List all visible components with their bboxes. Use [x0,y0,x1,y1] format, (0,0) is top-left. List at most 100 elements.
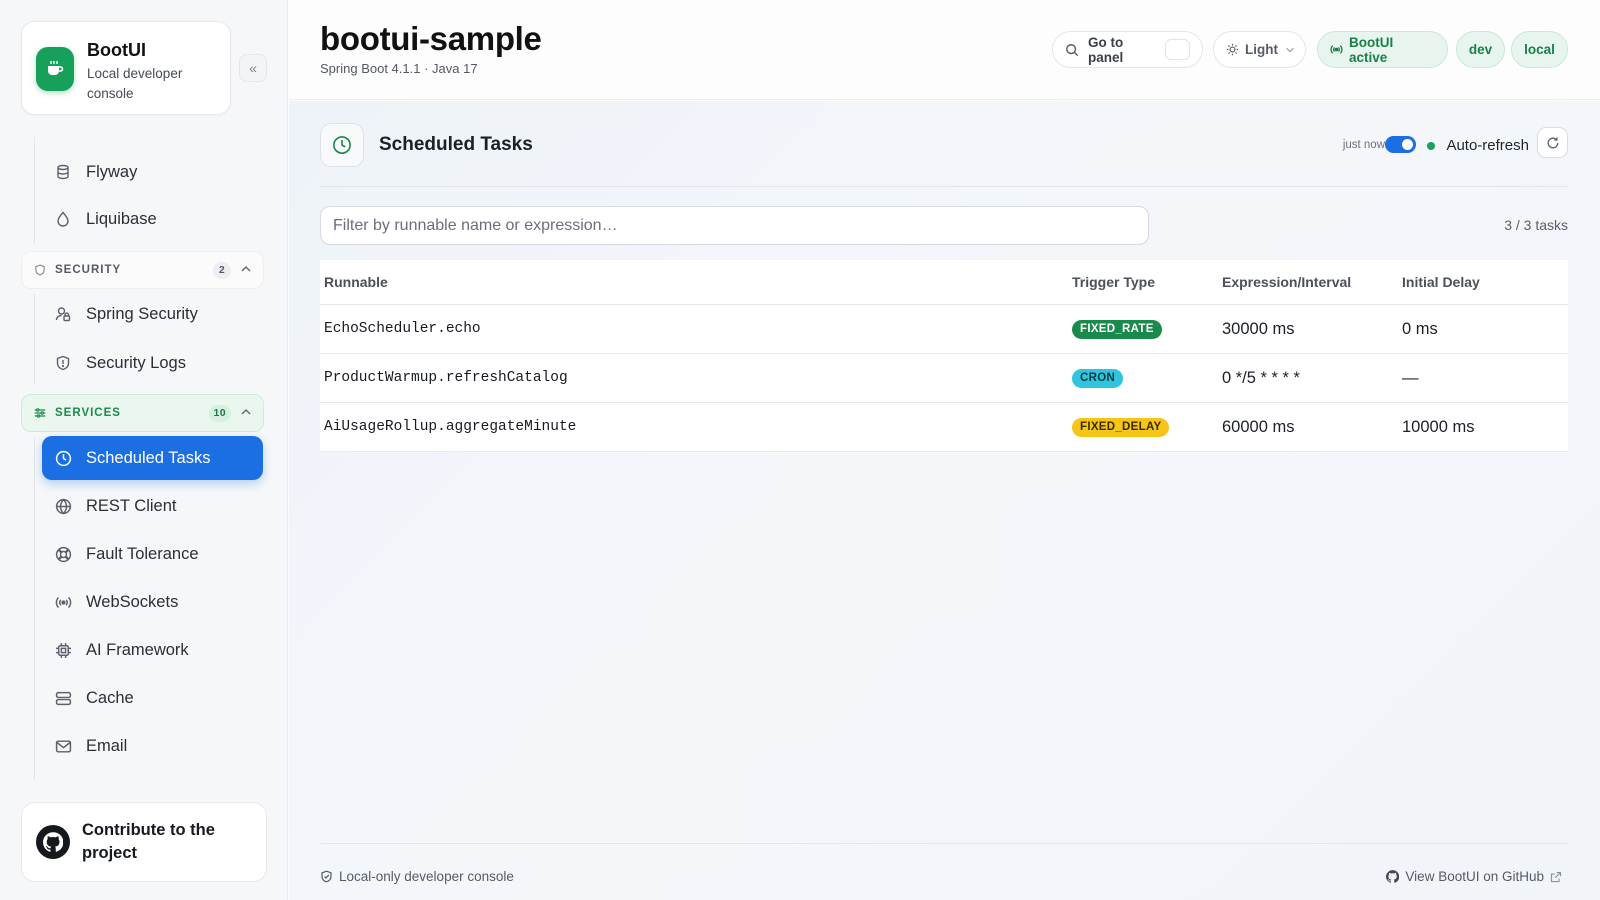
contribute-card[interactable]: Contribute to the project [21,802,267,882]
column-header-runnable[interactable]: Runnable [324,260,388,304]
server-stack-icon [54,689,72,707]
chevrons-left-icon: « [249,60,257,76]
brand-subtitle: Local developer console [87,66,183,101]
sidebar-item-flyway[interactable]: Flyway [42,150,263,194]
sidebar-item-email[interactable]: Email [42,724,263,768]
sidebar-item-fault-tolerance[interactable]: Fault Tolerance [42,532,263,576]
sidebar-item-label: Security Logs [86,353,186,372]
trigger-type-badge: FIXED_DELAY [1072,417,1170,437]
status-label: BootUI active [1349,34,1394,65]
nav-rail [34,437,35,780]
footer-note: Local-only developer console [320,869,514,884]
shield-icon [33,263,47,277]
sidebar-item-label: Fault Tolerance [86,544,199,563]
bootui-status-badge: BootUI active [1317,31,1448,68]
sidebar-item-security-logs[interactable]: Security Logs [42,341,263,385]
section-header: Scheduled Tasks just now Auto-refresh [320,121,1568,187]
refresh-icon [1546,136,1560,150]
sidebar-item-label: Liquibase [86,209,157,228]
page-title: bootui-sample [320,20,542,57]
profile-badge-local: local [1511,31,1568,68]
globe-icon [54,497,72,515]
section-title: Scheduled Tasks [379,134,533,155]
sun-icon [1226,43,1239,56]
sidebar-item-spring-security[interactable]: Spring Security [42,292,263,336]
group-security[interactable]: SECURITY 2 [21,251,264,289]
column-header-expression[interactable]: Expression/Interval [1222,260,1351,304]
profile-badge-dev: dev [1456,31,1505,68]
sidebar-item-liquibase[interactable]: Liquibase [42,197,263,241]
droplet-icon [54,210,72,228]
collapse-sidebar-button[interactable]: « [239,54,267,82]
lifebuoy-icon [54,545,72,563]
trigger-type-badge: CRON [1072,368,1124,388]
scheduled-tasks-table: Runnable Trigger Type Expression/Interva… [320,260,1568,452]
search-icon [1065,43,1079,57]
filter-input[interactable] [320,206,1149,245]
sidebar-item-websockets[interactable]: WebSockets [42,580,263,624]
auto-refresh-toggle[interactable] [1385,136,1416,153]
initial-delay-value: — [1402,368,1419,387]
sidebar-item-label: Spring Security [86,304,198,323]
clock-icon [320,123,364,167]
live-indicator [1427,142,1435,150]
trigger-cell: FIXED_DELAY [1072,403,1170,451]
github-link-label: View BootUI on GitHub [1405,869,1544,884]
chevron-up-icon [240,406,252,421]
group-count-badge: 10 [208,405,231,422]
clock-icon [54,449,72,467]
expression-value: 60000 ms [1222,417,1295,436]
runnable-name: EchoScheduler.echo [324,321,481,337]
nav-rail [34,137,35,244]
chevron-up-icon [240,263,252,278]
sidebar-item-label: AI Framework [86,640,189,659]
broadcast-icon [1330,43,1343,56]
main-content: Scheduled Tasks just now Auto-refresh 3 … [289,101,1600,900]
shortcut-key [1164,39,1190,60]
sidebar-item-ai-framework[interactable]: AI Framework [42,628,263,672]
sidebar-item-label: Email [86,736,128,755]
sidebar-item-label: REST Client [86,496,177,515]
table-row[interactable]: AiUsageRollup.aggregateMinute FIXED_DELA… [320,403,1568,452]
chevron-down-icon [1285,45,1295,55]
go-to-panel-label: Go to panel [1088,34,1124,65]
go-to-panel-button[interactable]: Go to panel [1052,31,1203,68]
table-row[interactable]: ProductWarmup.refreshCatalog CRON 0 */5 … [320,354,1568,403]
contribute-label: Contribute to the project [82,821,215,862]
mail-icon [54,737,72,755]
column-header-trigger-type[interactable]: Trigger Type [1072,260,1155,304]
shield-check-icon [320,870,339,883]
shield-icon [54,354,72,372]
theme-select[interactable]: Light [1213,31,1306,68]
runnable-name: ProductWarmup.refreshCatalog [324,370,568,386]
sidebar: BootUI Local developer console « Flyway … [0,0,288,900]
auto-refresh-label: Auto-refresh [1446,137,1529,154]
sidebar-item-rest-client[interactable]: REST Client [42,484,263,528]
profile-label: dev [1468,42,1493,57]
github-link[interactable]: View BootUI on GitHub [1386,869,1568,884]
group-services[interactable]: SERVICES 10 [21,394,264,432]
brand-title: BootUI [87,40,146,60]
task-count: 3 / 3 tasks [1504,217,1568,233]
sidebar-item-cache[interactable]: Cache [42,676,263,720]
refresh-button[interactable] [1537,127,1568,158]
runnable-name: AiUsageRollup.aggregateMinute [324,419,577,435]
sidebar-item-scheduled-tasks[interactable]: Scheduled Tasks [42,436,263,480]
trigger-type-badge: FIXED_RATE [1072,319,1162,339]
sidebar-item-label: Scheduled Tasks [86,448,211,467]
profile-label: local [1524,42,1555,57]
top-bar: bootui-sample Spring Boot 4.1.1 · Java 1… [289,0,1600,100]
coffee-cup-icon [36,47,74,91]
table-header-row: Runnable Trigger Type Expression/Interva… [320,260,1568,305]
cpu-icon [54,641,72,659]
sidebar-item-label: Flyway [86,162,138,181]
broadcast-icon [54,593,72,611]
user-lock-icon [54,305,72,323]
nav-rail [34,294,35,384]
group-label: SERVICES [55,407,121,419]
github-icon [36,825,70,859]
column-header-initial-delay[interactable]: Initial Delay [1402,260,1480,304]
group-count-badge: 2 [213,262,231,279]
github-icon [1386,870,1405,883]
table-row[interactable]: EchoScheduler.echo FIXED_RATE 30000 ms 0… [320,305,1568,354]
